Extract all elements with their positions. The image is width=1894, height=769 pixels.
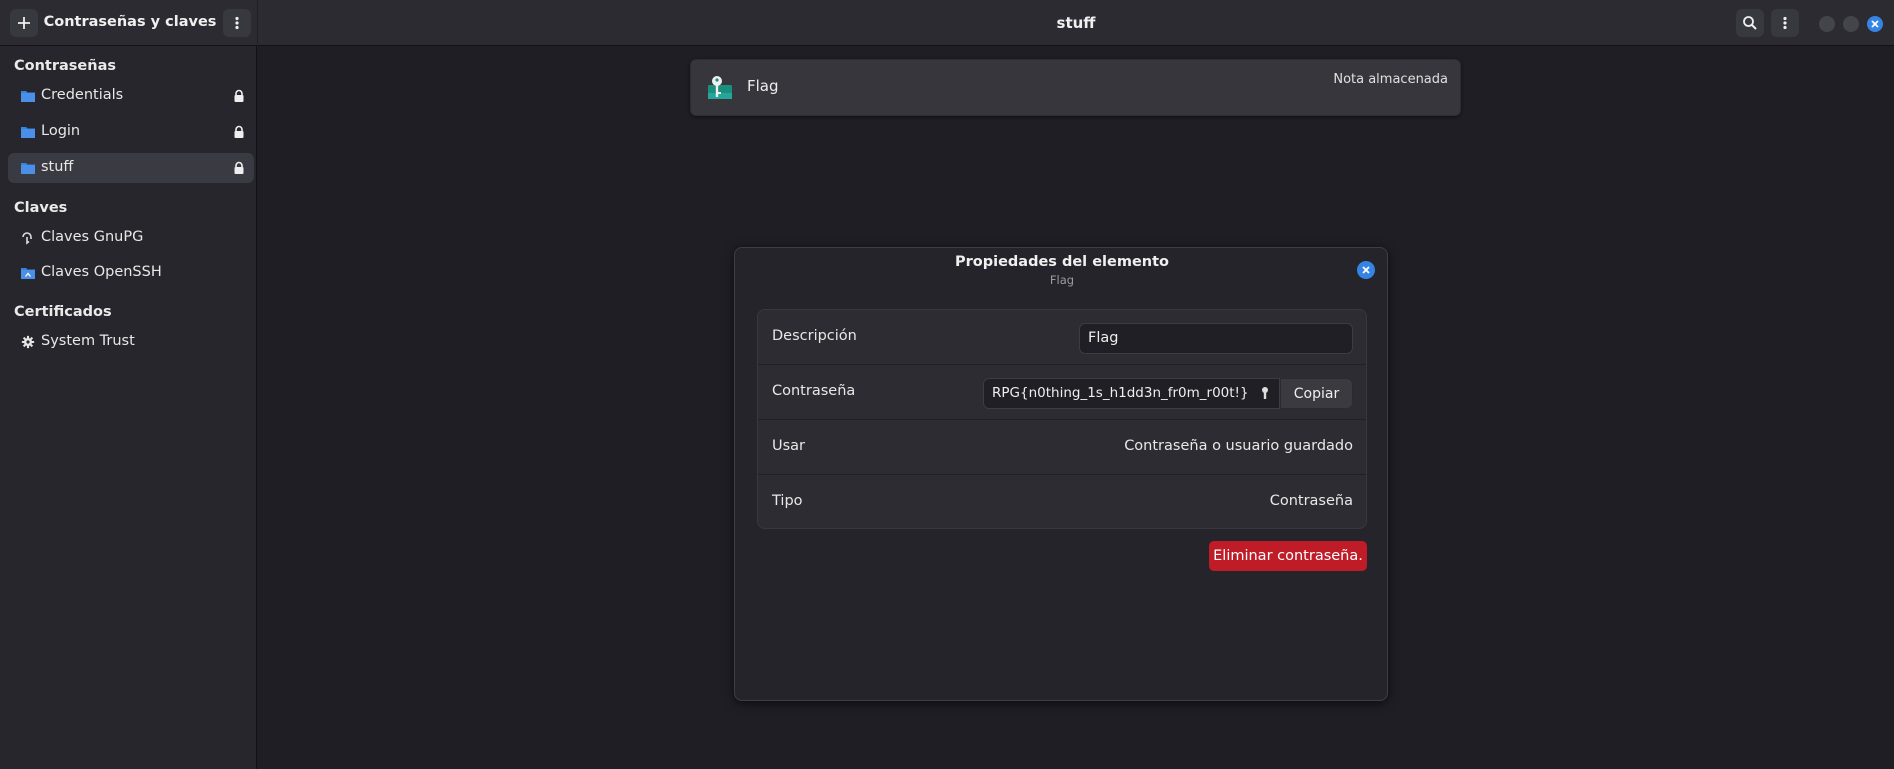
- search-button[interactable]: [1736, 9, 1764, 37]
- kebab-menu-icon: [235, 16, 239, 30]
- minimize-button[interactable]: [1819, 16, 1835, 32]
- dialog-subtitle: Flag: [1049, 273, 1075, 287]
- maximize-button[interactable]: [1843, 16, 1859, 32]
- folder-icon: [21, 91, 35, 102]
- sidebar-item-gnupg[interactable]: Claves GnuPG: [8, 223, 254, 253]
- sidebar-item-system-trust[interactable]: System Trust: [8, 327, 254, 357]
- ssh-key-icon: [21, 268, 35, 279]
- close-icon: [1871, 20, 1879, 28]
- new-item-button[interactable]: [10, 9, 38, 37]
- password-label: Contraseña: [772, 383, 856, 399]
- password-key-icon: [708, 76, 732, 99]
- sidebar-item-label: Claves GnuPG: [41, 229, 144, 245]
- close-icon: [1362, 266, 1370, 274]
- description-label: Descripción: [772, 328, 857, 344]
- type-row: Tipo Contraseña: [758, 475, 1366, 530]
- main-menu-button[interactable]: [223, 9, 251, 37]
- main-header: stuff: [258, 0, 1894, 46]
- section-title-certificates: Certificados: [14, 304, 112, 320]
- password-row: Contraseña RPG{n0thing_1s_h1dd3n_fr0m_r0…: [758, 365, 1366, 420]
- sidebar-item-label: System Trust: [41, 333, 135, 349]
- lock-icon: [234, 89, 244, 102]
- folder-icon: [21, 127, 35, 138]
- item-properties-dialog: Propiedades del elemento Flag Descripció…: [734, 247, 1388, 701]
- list-item-note: Nota almacenada: [1333, 72, 1448, 87]
- properties-list: Descripción Flag Contraseña RPG{n0thing_…: [757, 309, 1367, 529]
- kebab-menu-icon: [1783, 16, 1787, 30]
- use-label: Usar: [772, 438, 806, 454]
- page-title: stuff: [1056, 14, 1096, 32]
- use-value: Contraseña o usuario guardado: [1124, 438, 1353, 454]
- use-row: Usar Contraseña o usuario guardado: [758, 420, 1366, 475]
- description-row: Descripción Flag: [758, 310, 1366, 365]
- description-field[interactable]: Flag: [1079, 323, 1353, 354]
- close-window-button[interactable]: [1867, 16, 1883, 32]
- sidebar-item-stuff[interactable]: stuff: [8, 153, 254, 183]
- dialog-title: Propiedades del elemento: [954, 254, 1169, 270]
- sidebar-item-label: Login: [41, 123, 81, 139]
- lock-icon: [234, 125, 244, 138]
- plus-icon: [18, 17, 30, 29]
- sidebar-item-openssh[interactable]: Claves OpenSSH: [8, 258, 254, 288]
- lock-icon: [234, 161, 244, 174]
- sidebar: Contraseñas y claves Contraseñas Credent…: [0, 0, 257, 769]
- sidebar-item-label: Credentials: [41, 87, 124, 103]
- section-title-passwords: Contraseñas: [14, 58, 116, 74]
- sidebar-item-credentials[interactable]: Credentials: [8, 81, 254, 111]
- type-label: Tipo: [772, 493, 803, 509]
- delete-password-button[interactable]: Eliminar contraseña.: [1209, 541, 1367, 571]
- gnupg-key-icon: [22, 232, 32, 245]
- search-icon: [1743, 16, 1757, 30]
- sidebar-title: Contraseñas y claves: [43, 14, 217, 30]
- list-item[interactable]: Flag Nota almacenada: [690, 59, 1461, 116]
- keyhole-icon[interactable]: [1260, 386, 1270, 400]
- sidebar-header: Contraseñas y claves: [0, 0, 257, 46]
- sidebar-item-label: stuff: [41, 159, 74, 175]
- type-value: Contraseña: [1269, 493, 1353, 509]
- section-title-keys: Claves: [14, 200, 68, 216]
- gear-icon: [21, 335, 35, 349]
- list-item-label: Flag: [747, 77, 779, 95]
- view-menu-button[interactable]: [1771, 9, 1799, 37]
- folder-icon: [21, 163, 35, 174]
- sidebar-item-login[interactable]: Login: [8, 117, 254, 147]
- password-field[interactable]: RPG{n0thing_1s_h1dd3n_fr0m_r00t!}: [983, 378, 1280, 409]
- sidebar-item-label: Claves OpenSSH: [41, 264, 162, 280]
- copy-button[interactable]: Copiar: [1280, 378, 1353, 409]
- dialog-close-button[interactable]: [1357, 261, 1375, 279]
